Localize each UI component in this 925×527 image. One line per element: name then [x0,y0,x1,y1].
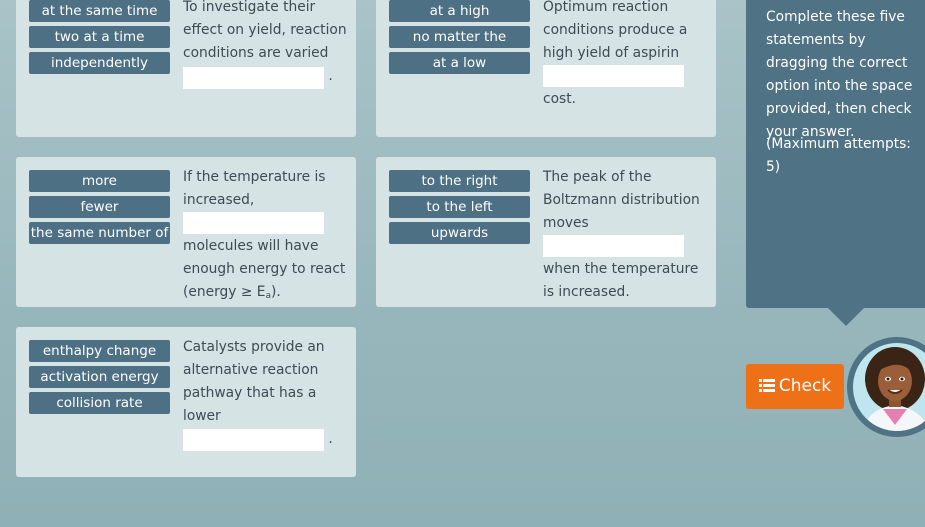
instructions-panel: Complete these five statements by draggi… [746,0,925,308]
option-tile[interactable]: at a high [389,0,530,22]
statement-before: Optimum reaction conditions produce a hi… [543,0,688,61]
statement-before: If the temperature is increased, [183,169,326,208]
statement-text: Optimum reaction conditions produce a hi… [543,0,713,111]
option-tile[interactable]: fewer [29,196,170,218]
option-tile[interactable]: more [29,170,170,192]
list-icon [758,364,775,409]
statement-text: To investigate their effect on yield, re… [183,0,353,89]
option-tile[interactable]: enthalpy change [29,340,170,362]
option-tile[interactable]: two at a time [29,26,170,48]
attempts-text: (Maximum attempts: 5) [766,136,911,175]
option-tile[interactable]: the same number of [29,222,170,244]
statement-card-3: more fewer the same number of If the tem… [16,157,356,307]
instructions-copy: Complete these five statements by draggi… [766,9,913,140]
statement-before: The peak of the Boltzmann distribution m… [543,169,700,231]
drop-zone[interactable] [183,67,324,89]
option-tile[interactable]: collision rate [29,392,170,414]
drop-zone[interactable] [183,429,324,451]
statement-card-4: to the right to the left upwards The pea… [376,157,716,307]
avatar [847,337,925,437]
statement-after: . [328,68,333,84]
option-tile[interactable]: no matter the [389,26,530,48]
speech-pointer [828,308,864,326]
drop-zone[interactable] [543,65,684,87]
statement-text: If the temperature is increased, molecul… [183,166,353,308]
option-tile[interactable]: at the same time [29,0,170,22]
instructions-text: Complete these five statements by draggi… [766,6,925,144]
statement-card-5: enthalpy change activation energy collis… [16,327,356,477]
option-tile[interactable]: upwards [389,222,530,244]
options-list: more fewer the same number of [29,170,170,248]
options-list: enthalpy change activation energy collis… [29,340,170,418]
option-tile[interactable]: to the left [389,196,530,218]
options-list: at the same time two at a time independe… [29,0,170,78]
statement-text: Catalysts provide an alternative reactio… [183,336,353,451]
statement-card-2: at a high no matter the at a low Optimum… [376,0,716,137]
statement-tail: ). [271,284,281,300]
options-list: to the right to the left upwards [389,170,530,248]
check-label: Check [778,376,832,396]
statement-after: molecules will have enough energy to rea… [183,238,346,300]
check-button[interactable]: Check [746,364,844,409]
statement-after: when the temperature is increased. [543,261,699,300]
statement-before: Catalysts provide an alternative reactio… [183,339,325,424]
options-list: at a high no matter the at a low [389,0,530,78]
option-tile[interactable]: at a low [389,52,530,74]
option-tile[interactable]: activation energy [29,366,170,388]
option-tile[interactable]: to the right [389,170,530,192]
drop-zone[interactable] [183,212,324,234]
statement-after: cost. [543,91,577,107]
statement-before: To investigate their effect on yield, re… [183,0,347,61]
teacher-avatar-icon [853,343,925,431]
drop-zone[interactable] [543,235,684,257]
option-tile[interactable]: independently [29,52,170,74]
statement-text: The peak of the Boltzmann distribution m… [543,166,713,304]
statement-after: . [328,431,333,447]
statement-card-1: at the same time two at a time independe… [16,0,356,137]
